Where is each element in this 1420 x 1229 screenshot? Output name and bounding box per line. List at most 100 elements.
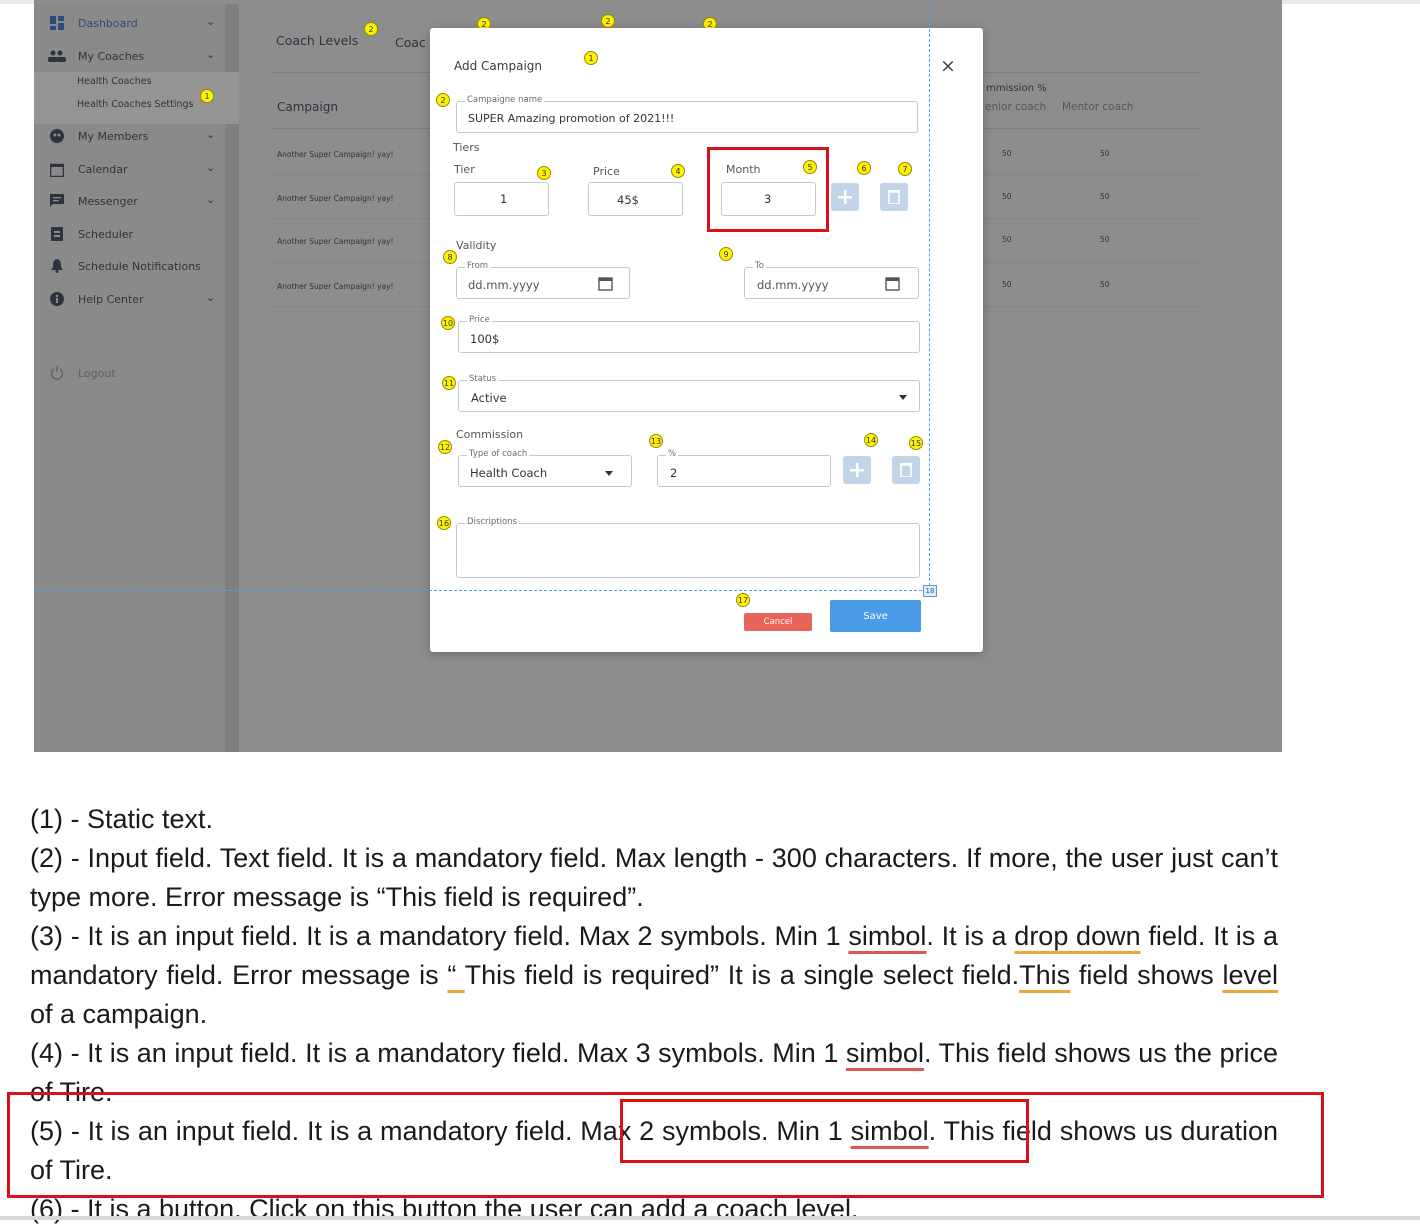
status-select[interactable]: Status Active [458,374,920,412]
sidebar-item-schedule-notifications[interactable]: Schedule Notifications [48,254,201,278]
table-cell: 50 [1002,192,1012,201]
spelling-underline: simbol [848,921,927,951]
grammar-underline: This [1019,960,1071,990]
sidebar-item-label: Help Center [78,292,144,306]
tab-coach[interactable]: Coac [395,35,426,50]
senior-coach-header: enior coach [985,101,1047,113]
commission-percent-input[interactable]: % 2 [657,449,831,487]
annotation-badge: 2 [601,14,615,28]
highlight-box [620,1099,1029,1163]
field-value: SUPER Amazing promotion of 2021!!! [468,112,675,125]
dropdown-arrow-icon [605,471,613,476]
cancel-button[interactable]: Cancel [744,613,812,631]
sidebar-item-help-center[interactable]: Help Center ⌄ [48,287,215,311]
dropdown-arrow-icon [899,395,907,400]
price-input[interactable]: 45$ [588,182,683,216]
add-commission-button[interactable] [843,456,871,484]
grammar-underline: level [1222,960,1278,990]
validity-to-input[interactable]: To dd.mm.yyyy [744,261,919,299]
guide-line [34,590,932,591]
annotation-badge: 11 [442,376,456,390]
plus-icon [838,190,852,204]
sidebar-item-scheduler[interactable]: Scheduler [48,222,133,246]
sidebar-item-label: Messenger [78,194,138,208]
chevron-down-icon[interactable]: ⌄ [206,291,215,304]
trash-icon [900,463,912,477]
logout-label: Logout [78,366,116,380]
dashboard-icon [48,14,66,32]
spec-item-2: (2) - Input field. Text field. It is a m… [30,843,1278,912]
spec-item-3: (3) - It is an input field. It is a mand… [30,917,1278,1034]
validity-label: Validity [456,239,497,252]
chevron-down-icon[interactable]: ⌄ [206,161,215,174]
grammar-underline: “ [447,960,465,990]
field-value: Active [471,391,507,405]
add-tier-button[interactable] [831,183,859,211]
annotation-badge: 2 [436,93,450,107]
sidebar-item-label: Schedule Notifications [78,259,201,273]
sidebar-item-messenger[interactable]: Messenger ⌄ [48,189,215,213]
tier-input[interactable]: 1 [454,182,549,216]
sidebar: Dashboard ⌄ My Coaches ⌄ Health Coaches … [34,4,239,752]
calendar-icon[interactable] [598,275,613,291]
price-total-input[interactable]: Price 100$ [458,315,920,353]
table-cell: 50 [1002,149,1012,158]
sidebar-item-my-coaches[interactable]: My Coaches ⌄ [48,44,215,68]
field-label: Campaigne name [465,95,545,105]
table-cell: 50 [1100,192,1110,201]
annotation-badge: 15 [909,436,923,450]
field-value: Health Coach [470,466,548,480]
scheduler-icon [48,225,66,243]
table-row: Another Super Campaign! yay! [277,282,394,291]
tier-label: Tier [454,163,475,176]
chevron-down-icon[interactable]: ⌄ [206,48,215,61]
sidebar-item-label: Scheduler [78,227,134,241]
info-icon [48,290,66,308]
field-placeholder: dd.mm.yyyy [757,278,829,292]
field-value: 1 [500,192,508,206]
chevron-down-icon[interactable]: ⌄ [206,128,215,141]
sidebar-item-label: My Members [78,129,149,143]
field-label: % [666,449,679,459]
tab-coach-levels[interactable]: Coach Levels [276,33,358,48]
table-row: Another Super Campaign! yay! [277,194,394,203]
sidebar-subitem-health-coaches[interactable]: Health Coaches [77,76,152,87]
annotation-badge: 9 [719,247,733,261]
sidebar-item-my-members[interactable]: My Members ⌄ [48,124,215,148]
table-cell: 50 [1100,280,1110,289]
sidebar-item-logout[interactable]: Logout [48,361,116,385]
sidebar-item-dashboard[interactable]: Dashboard ⌄ [48,11,215,35]
trash-icon [888,190,900,204]
calendar-icon [48,160,66,178]
plus-icon [850,463,864,477]
annotation-badge: 14 [864,433,878,447]
calendar-icon[interactable] [885,275,900,291]
validity-from-input[interactable]: From dd.mm.yyyy [456,261,630,299]
save-button[interactable]: Save [830,600,921,632]
field-label: Type of coach [467,449,530,459]
bell-icon [48,257,66,275]
sidebar-item-calendar[interactable]: Calendar ⌄ [48,157,215,181]
annotation-badge: 2 [364,22,378,36]
table-cell: 50 [1002,280,1012,289]
delete-tier-button[interactable] [880,183,908,211]
field-label: Discriptions [465,517,519,527]
chevron-down-icon[interactable]: ⌄ [206,193,215,206]
spelling-underline: simbol [845,1038,924,1068]
coach-type-select[interactable]: Type of coach Health Coach [458,449,632,487]
field-value: 45$ [617,193,639,207]
campaign-name-input[interactable]: Campaigne name SUPER Amazing promotion o… [456,95,918,133]
sidebar-subitem-health-coaches-settings[interactable]: Health Coaches Settings [77,99,194,110]
table-row: Another Super Campaign! yay! [277,237,394,246]
tiers-label: Tiers [453,141,480,154]
sidebar-item-label: Dashboard [78,16,138,30]
close-icon[interactable]: × [940,55,956,77]
table-cell: 50 [1002,235,1012,244]
delete-commission-button[interactable] [892,456,920,484]
descriptions-textarea[interactable]: Discriptions [456,517,920,578]
field-label: Status [467,374,499,384]
chevron-down-icon[interactable]: ⌄ [206,15,215,28]
sidebar-item-label: My Coaches [78,49,145,63]
field-value: 2 [670,466,678,480]
add-campaign-dialog: Add Campaign 1 × 2 Campaigne name SUPER … [430,28,983,652]
